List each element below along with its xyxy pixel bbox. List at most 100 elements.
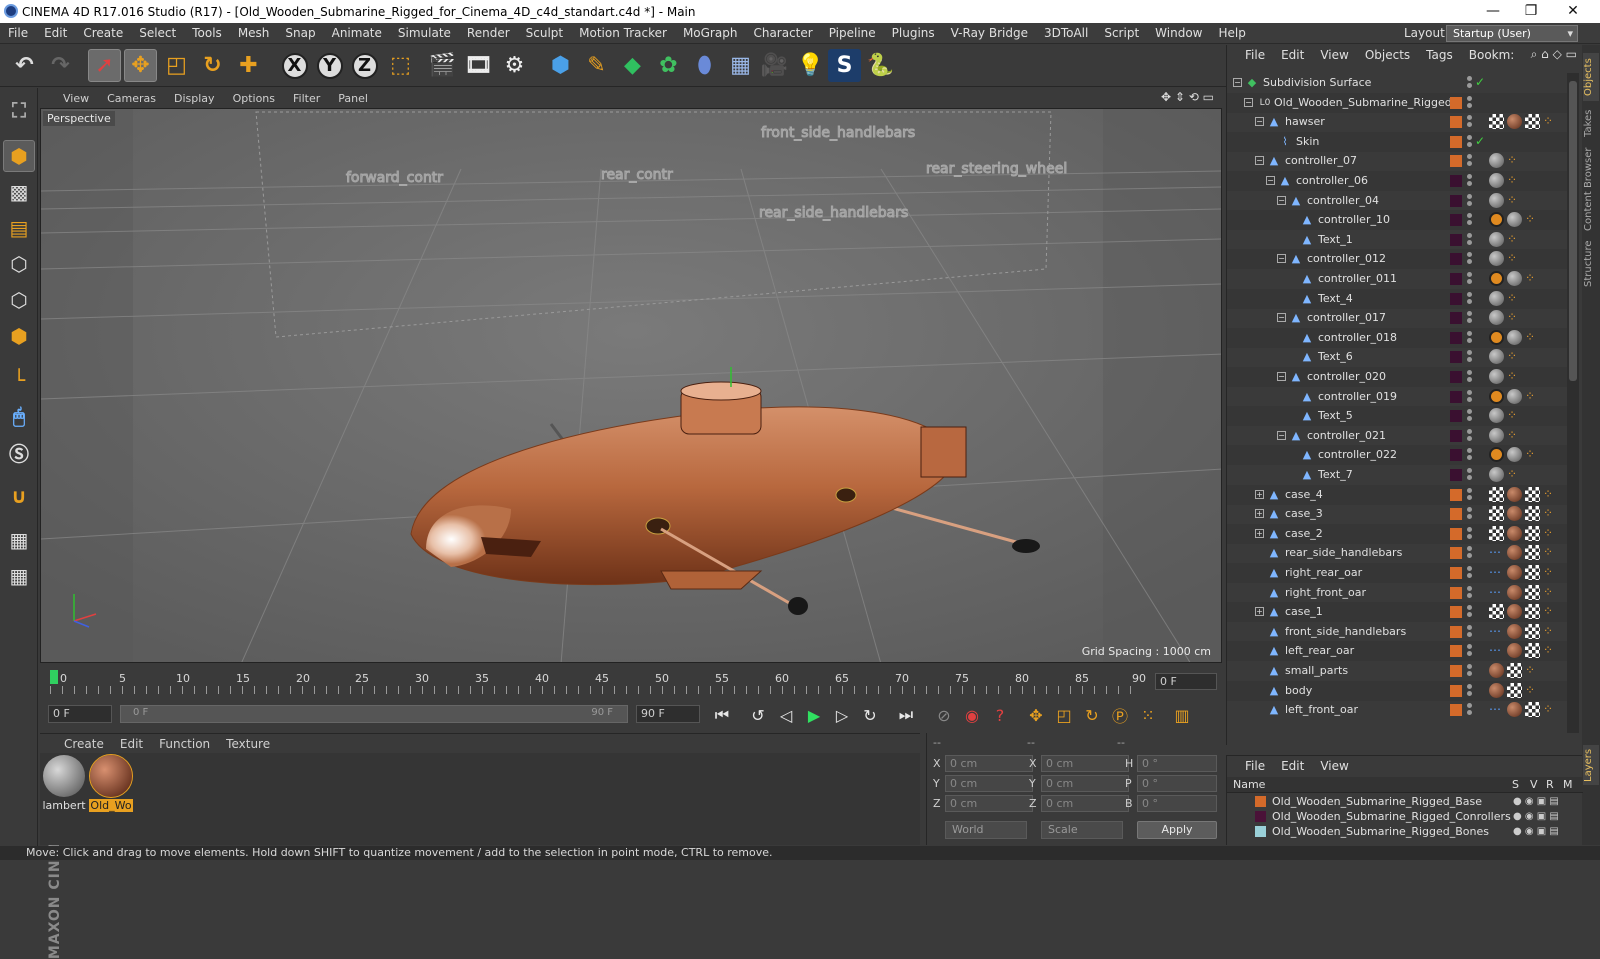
undo-icon[interactable]: ↶ bbox=[8, 49, 41, 82]
weight-tag-icon[interactable]: ⁘ bbox=[1543, 565, 1553, 580]
constraint-tag-icon[interactable] bbox=[1489, 231, 1504, 247]
coordinate-space-dropdown[interactable]: World bbox=[945, 821, 1027, 839]
weight-tag-icon[interactable]: ⁘ bbox=[1543, 487, 1553, 502]
close-button[interactable]: ✕ bbox=[1550, 0, 1596, 23]
material-menu-texture[interactable]: Texture bbox=[218, 737, 278, 751]
x-axis-lock-button[interactable]: X bbox=[278, 49, 311, 82]
axis-mode-icon[interactable]: └ bbox=[3, 364, 35, 396]
layer-color-swatch[interactable] bbox=[1450, 645, 1462, 658]
go-to-start-icon[interactable]: ⏮ bbox=[710, 703, 734, 727]
visibility-dots[interactable] bbox=[1467, 193, 1473, 208]
points-mode-icon[interactable]: ⬡ bbox=[3, 248, 35, 280]
redo-icon[interactable]: ↷ bbox=[44, 49, 77, 82]
protection-tag-icon[interactable] bbox=[1489, 447, 1504, 463]
scale-key-icon[interactable]: ◰ bbox=[1052, 703, 1076, 727]
object-row[interactable]: + ▲ case_2 ⁘ bbox=[1227, 523, 1567, 544]
viewport-menu-view[interactable]: View bbox=[54, 92, 98, 105]
uvw-tag-icon[interactable] bbox=[1489, 506, 1504, 522]
weight-tag-icon[interactable]: ⁘ bbox=[1543, 702, 1553, 717]
object-manager-scrollbar[interactable] bbox=[1567, 73, 1579, 733]
menu-render[interactable]: Render bbox=[459, 26, 518, 40]
object-row[interactable]: + ▲ case_3 ⁘ bbox=[1227, 504, 1567, 524]
make-editable-icon[interactable]: ⛶ bbox=[3, 94, 35, 126]
weight-tag-icon[interactable]: ⁘ bbox=[1507, 153, 1517, 168]
viewport-menu-filter[interactable]: Filter bbox=[284, 92, 329, 105]
material-menu-function[interactable]: Function bbox=[151, 737, 218, 751]
tab-structure[interactable]: Structure bbox=[1583, 237, 1599, 291]
weight-tag-icon[interactable]: ⁘ bbox=[1543, 604, 1553, 619]
material-tag-icon[interactable] bbox=[1507, 486, 1522, 502]
layer-color-swatch[interactable] bbox=[1450, 312, 1462, 325]
constraint-tag-icon[interactable] bbox=[1507, 447, 1522, 463]
visibility-dots[interactable] bbox=[1467, 526, 1473, 541]
apply-button[interactable]: Apply bbox=[1137, 821, 1217, 839]
visibility-dots[interactable] bbox=[1467, 683, 1473, 698]
visibility-dots[interactable] bbox=[1467, 389, 1473, 404]
constraint-tag-icon[interactable] bbox=[1507, 329, 1522, 345]
menu-snap[interactable]: Snap bbox=[277, 26, 323, 40]
timeline-ticks[interactable]: 0 5 10 15 20 25 30 35 40 45 50 55 60 65 … bbox=[50, 670, 1146, 696]
constraint-tag-icon[interactable] bbox=[1489, 290, 1504, 306]
uvw-tag-icon[interactable] bbox=[1489, 525, 1504, 541]
layer-color-swatch[interactable] bbox=[1450, 135, 1462, 148]
object-row[interactable]: ▲ Text_5 ⁘ bbox=[1227, 406, 1567, 427]
material-tag-icon[interactable] bbox=[1507, 643, 1522, 659]
uvw-tag-icon[interactable] bbox=[1525, 604, 1540, 620]
menu-plugins[interactable]: Plugins bbox=[884, 26, 943, 40]
texture-mode-icon[interactable]: ▩ bbox=[3, 176, 35, 208]
weight-tag-icon[interactable]: ⁘ bbox=[1507, 251, 1517, 266]
menu-vray-bridge[interactable]: V-Ray Bridge bbox=[943, 26, 1036, 40]
layer-color-swatch[interactable] bbox=[1450, 116, 1462, 129]
snap-icon[interactable]: ∪ bbox=[3, 480, 35, 512]
weight-tag-icon[interactable]: ⁘ bbox=[1543, 114, 1553, 129]
layer-color-swatch[interactable] bbox=[1450, 292, 1462, 305]
subdivision-surface-icon[interactable]: ◆ bbox=[616, 49, 649, 82]
uvw-tag-icon[interactable] bbox=[1525, 114, 1540, 130]
rot-h-field[interactable]: 0 ° bbox=[1137, 755, 1217, 772]
visibility-dots[interactable] bbox=[1467, 311, 1473, 325]
viewport-menu-panel[interactable]: Panel bbox=[329, 92, 377, 105]
layer-color-swatch[interactable] bbox=[1450, 175, 1462, 187]
menu-tools[interactable]: Tools bbox=[184, 26, 230, 40]
weight-tag-icon[interactable]: ⁘ bbox=[1543, 624, 1553, 639]
collapse-toggle-icon[interactable]: − bbox=[1255, 117, 1264, 127]
layer-row[interactable]: Old_Wooden_Submarine_Rigged_Conrollers ●… bbox=[1227, 809, 1567, 824]
rot-b-field[interactable]: 0 ° bbox=[1137, 795, 1217, 812]
object-row[interactable]: ▲ Text_4 ⁘ bbox=[1227, 288, 1567, 309]
layer-color-swatch[interactable] bbox=[1450, 684, 1462, 697]
om-menu-edit[interactable]: Edit bbox=[1273, 48, 1312, 62]
object-row[interactable]: ⌇ Skin ✓ bbox=[1227, 131, 1567, 152]
constraint-tag-icon[interactable] bbox=[1507, 271, 1522, 286]
menu-character[interactable]: Character bbox=[745, 26, 820, 40]
object-row[interactable]: − ▲ controller_06 ⁘ bbox=[1227, 171, 1567, 191]
visibility-dots[interactable] bbox=[1467, 468, 1473, 482]
display-tag-icon[interactable]: ⋯ bbox=[1489, 643, 1504, 658]
layer-color-swatch[interactable] bbox=[1450, 508, 1462, 521]
object-row[interactable]: ▲ Text_7 ⁘ bbox=[1227, 465, 1567, 485]
object-row[interactable]: ▲ small_parts ⁘ bbox=[1227, 661, 1567, 681]
uvw-tag-icon[interactable] bbox=[1525, 584, 1540, 600]
weight-tag-icon[interactable]: ⁘ bbox=[1525, 212, 1535, 227]
layer-color-swatch[interactable] bbox=[1450, 96, 1462, 109]
material-tag-icon[interactable] bbox=[1507, 623, 1522, 639]
maximize-button[interactable]: ❐ bbox=[1508, 0, 1554, 23]
weight-tag-icon[interactable]: ⁘ bbox=[1543, 545, 1553, 560]
uvw-tag-icon[interactable] bbox=[1525, 545, 1540, 561]
material-tag-icon[interactable] bbox=[1507, 702, 1522, 718]
collapse-toggle-icon[interactable]: − bbox=[1255, 156, 1264, 166]
visibility-dots[interactable] bbox=[1467, 252, 1473, 266]
enabled-check-icon[interactable]: ✓ bbox=[1475, 75, 1485, 89]
constraint-tag-icon[interactable] bbox=[1489, 369, 1504, 384]
visibility-dots[interactable] bbox=[1467, 76, 1473, 90]
menu-window[interactable]: Window bbox=[1147, 26, 1210, 40]
pos-y-field[interactable]: 0 cm bbox=[945, 775, 1033, 792]
visibility-dots[interactable] bbox=[1467, 546, 1473, 560]
menu-mesh[interactable]: Mesh bbox=[230, 26, 278, 40]
uvw-tag-icon[interactable] bbox=[1525, 525, 1540, 541]
previous-key-icon[interactable]: ↺ bbox=[746, 703, 770, 727]
next-frame-icon[interactable]: ▷ bbox=[830, 703, 854, 727]
visibility-dots[interactable] bbox=[1467, 350, 1473, 364]
uvw-tag-icon[interactable] bbox=[1489, 604, 1504, 620]
collapse-toggle-icon[interactable]: − bbox=[1277, 313, 1286, 323]
camera-icon[interactable]: 🎥 bbox=[758, 49, 791, 82]
